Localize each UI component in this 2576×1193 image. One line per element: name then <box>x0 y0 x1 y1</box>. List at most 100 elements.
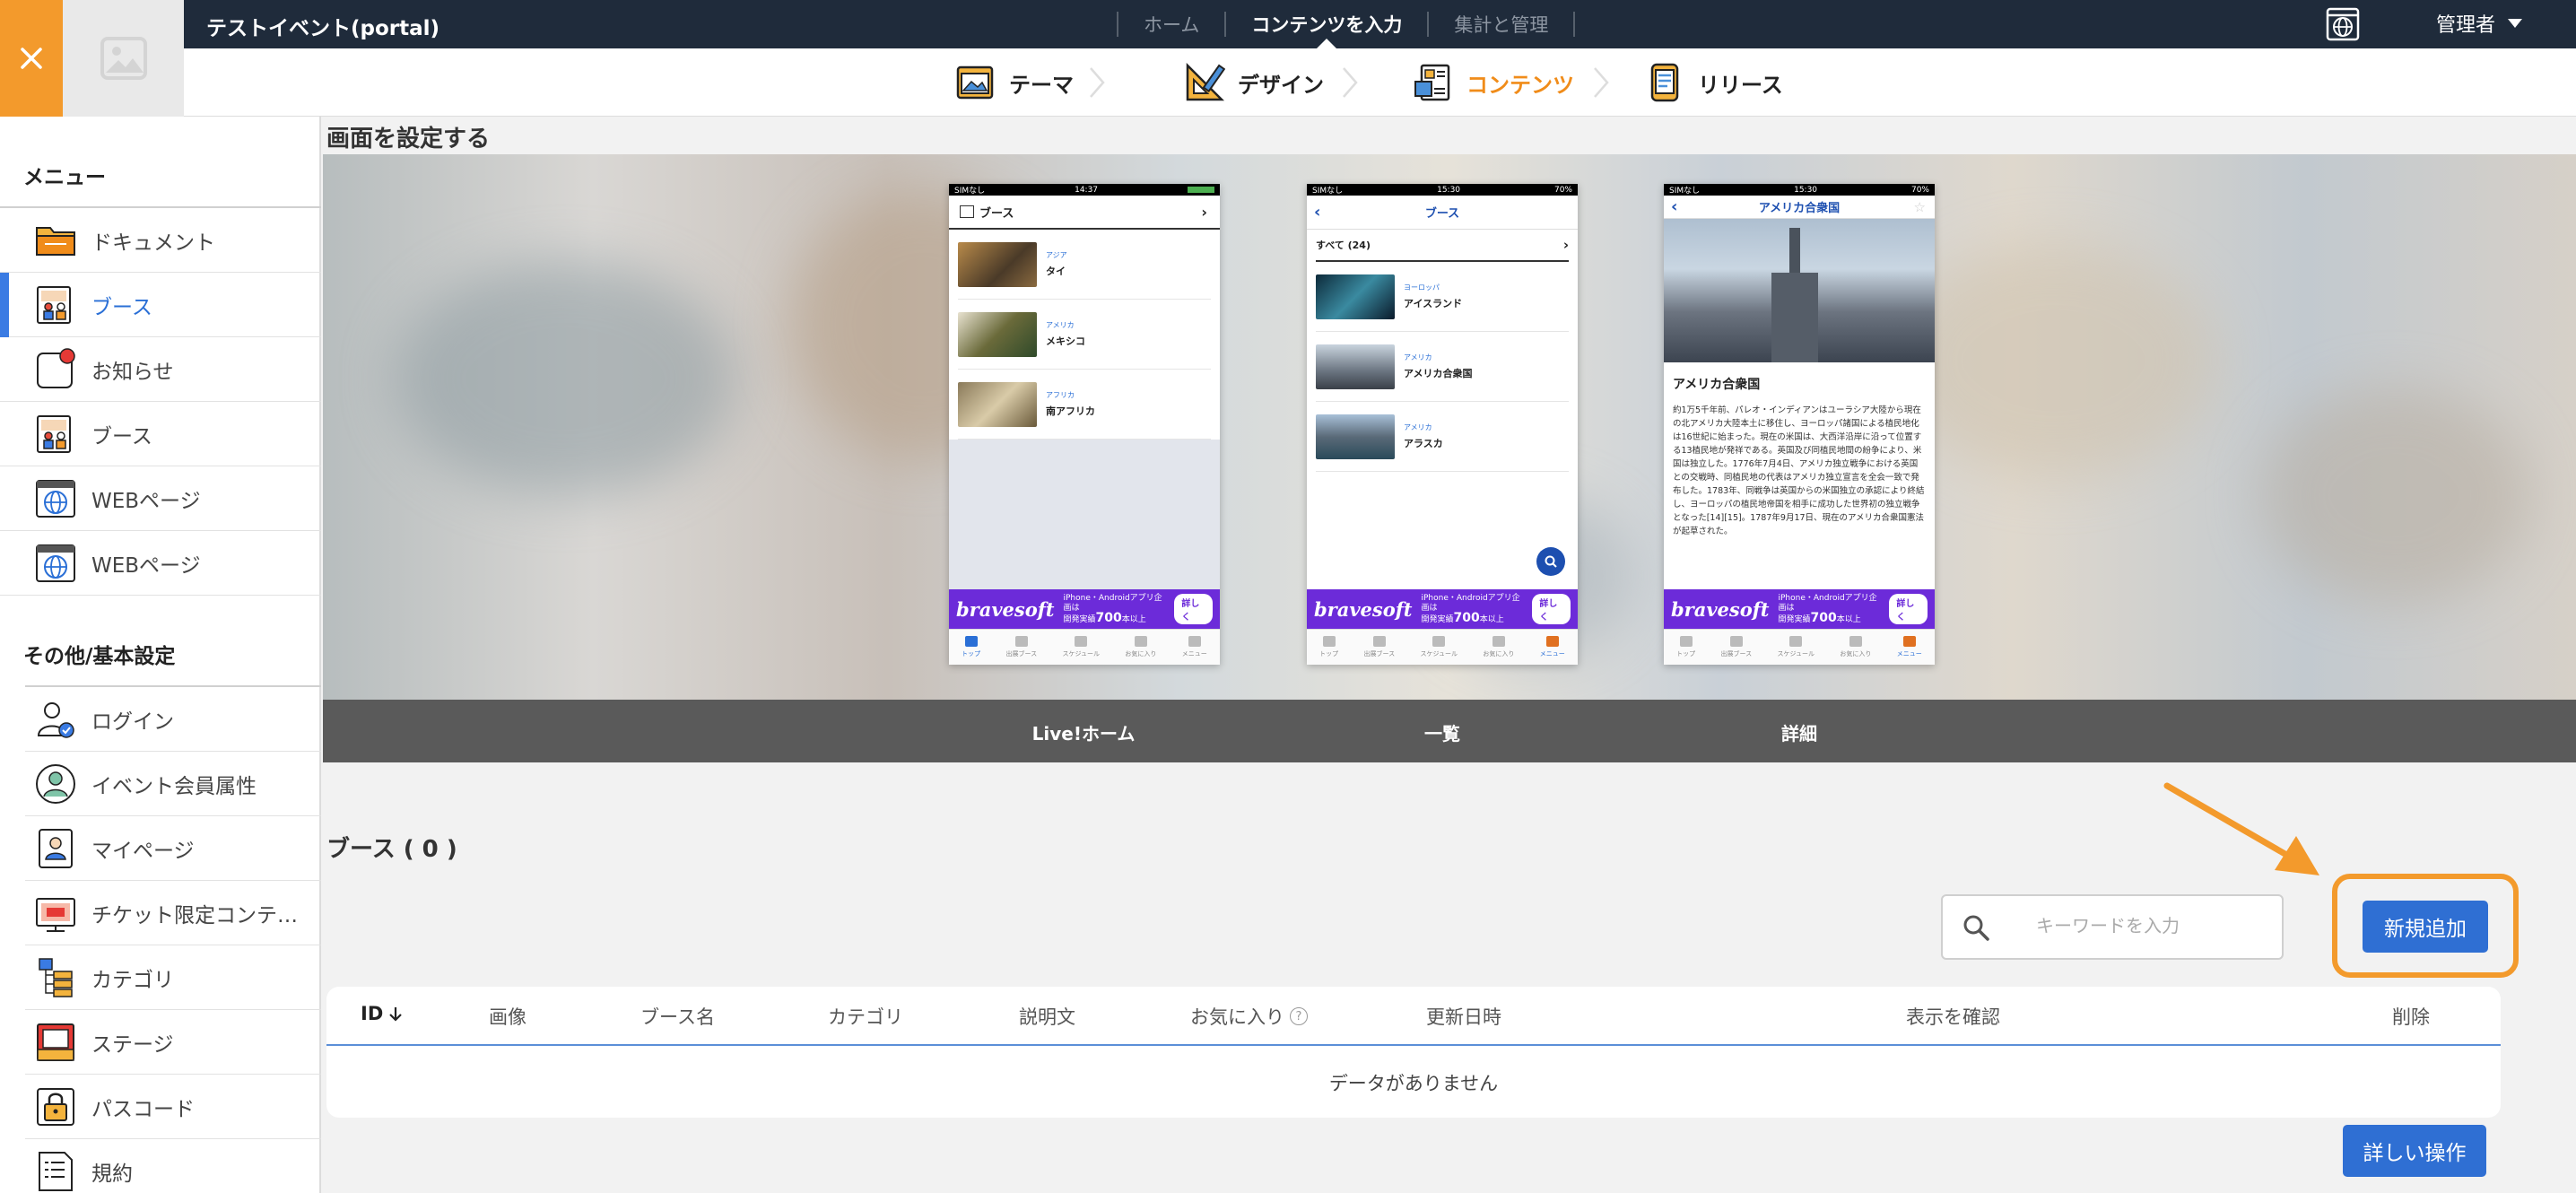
booth-icon <box>960 205 974 218</box>
ad-banner: bravesoft iPhone・Androidアプリ企画は 開発実績700本以上… <box>949 589 1220 629</box>
list-item: アジア タイ <box>958 230 1211 300</box>
sidebar-item-booth[interactable]: ブース <box>0 402 321 466</box>
clock-text: 15:30 <box>1794 185 1818 195</box>
globe-icon[interactable] <box>2325 6 2361 42</box>
search-input[interactable] <box>2036 917 2242 937</box>
carrier-text: SIMなし <box>1312 187 1344 196</box>
banner-line2c: 本以上 <box>1836 614 1861 624</box>
column-header-id[interactable]: ID <box>361 1003 403 1024</box>
preview-label-list[interactable]: 一覧 <box>1308 719 1577 745</box>
tab-menu: メニュー <box>1897 636 1922 658</box>
phone-preview-list[interactable]: SIMなし 15:30 70% ‹ ブース すべて (24) › ヨーロッパ アイス… <box>1307 184 1578 665</box>
tab-booth: 出展ブース <box>1721 636 1752 658</box>
column-label: ID <box>361 1003 384 1024</box>
sidebar-item-passcode[interactable]: パスコード <box>25 1075 321 1139</box>
search-icon <box>1536 547 1565 576</box>
booth-icon <box>37 286 71 324</box>
step-release[interactable]: リリース <box>1644 48 1783 117</box>
user-menu[interactable]: 管理者 <box>2436 9 2523 38</box>
column-header-updated: 更新日時 <box>1426 1006 1501 1028</box>
nav-analytics[interactable]: 集計と管理 <box>1429 0 1573 48</box>
battery-text: 70% <box>1910 185 1929 195</box>
sidebar-item-category[interactable]: カテゴリ <box>25 945 321 1010</box>
step-design[interactable]: デザイン <box>1184 48 1324 117</box>
sidebar: メニュー ドキュメント ブース お知らせ ブース WEBページ WEBページ そ… <box>0 117 321 1193</box>
arrow-annotation-icon <box>2163 782 2319 875</box>
sidebar-item-label: チケット限定コンテ… <box>91 903 298 927</box>
sidebar-item-document[interactable]: ドキュメント <box>0 208 321 273</box>
web-icon <box>36 480 75 518</box>
sidebar-item-webpage-2[interactable]: WEBページ <box>0 531 321 596</box>
sidebar-item-mypage[interactable]: マイページ <box>25 816 321 881</box>
region-label: アメリカ <box>1046 321 1075 329</box>
hero-image <box>1664 219 1935 362</box>
category-icon <box>39 958 73 997</box>
sidebar-item-label: 規約 <box>91 1162 133 1186</box>
sidebar-item-label: ブース <box>91 424 152 448</box>
back-icon: ‹ <box>1671 197 1678 216</box>
sidebar-item-booth-active[interactable]: ブース <box>0 273 321 337</box>
tab-menu: メニュー <box>1540 636 1565 658</box>
step-theme[interactable]: テーマ <box>955 48 1074 117</box>
clock-text: 15:30 <box>1437 185 1461 195</box>
banner-line2b: 700 <box>1453 610 1480 625</box>
step-contents[interactable]: コンテンツ <box>1413 48 1574 117</box>
sidebar-item-label: パスコード <box>91 1097 195 1121</box>
list-item: アメリカ アラスカ <box>1316 402 1569 472</box>
preview-label-home[interactable]: Live!ホーム <box>949 719 1218 745</box>
list-title: ブース ( 0 ) <box>326 836 457 863</box>
tab-schedule: スケジュール <box>1778 636 1815 658</box>
list-item: アメリカ メキシコ <box>958 300 1211 370</box>
thumbnail <box>958 381 1037 427</box>
terms-icon <box>39 1152 73 1191</box>
help-icon[interactable]: ? <box>1290 1007 1308 1025</box>
banner-line1: iPhone・Androidアプリ企画は <box>1778 593 1877 613</box>
tab-label: トップ <box>1319 650 1339 657</box>
sidebar-item-ticket-content[interactable]: チケット限定コンテ… <box>25 881 321 945</box>
tab-label: メニュー <box>1896 650 1922 657</box>
sidebar-item-login[interactable]: ログイン <box>25 687 321 752</box>
battery-icon <box>1187 187 1214 193</box>
chevron-right-icon <box>1343 67 1358 98</box>
tab-label: スケジュール <box>1420 650 1458 657</box>
search-field[interactable] <box>1941 894 2284 960</box>
tab-favorite: お気に入り <box>1840 636 1871 658</box>
sidebar-item-label: WEBページ <box>91 553 201 578</box>
sidebar-item-notice[interactable]: お知らせ <box>0 337 321 402</box>
list-item: アフリカ 南アフリカ <box>958 370 1211 440</box>
region-label: アジア <box>1046 251 1067 259</box>
sidebar-item-label: ドキュメント <box>91 231 215 255</box>
add-new-button[interactable]: 新規追加 <box>2363 901 2488 953</box>
image-placeholder-icon <box>63 0 184 117</box>
nav-input-contents[interactable]: コンテンツを入力 <box>1226 0 1427 48</box>
nav-home[interactable]: ホーム <box>1118 0 1224 48</box>
banner-line2b: 700 <box>1095 610 1122 625</box>
item-name: アラスカ <box>1404 438 1443 449</box>
column-header-booth-name: ブース名 <box>640 1006 715 1028</box>
notification-icon <box>37 348 75 388</box>
detail-operation-button[interactable]: 詳しい操作 <box>2343 1125 2486 1177</box>
thumbnail <box>1316 414 1395 459</box>
tab-favorite: お気に入り <box>1125 636 1156 658</box>
column-header-favorite: お気に入り ? <box>1190 1003 1308 1030</box>
region-label: アフリカ <box>1046 391 1075 399</box>
thumbnail <box>1316 344 1395 389</box>
phone-preview-home[interactable]: SIMなし 14:37 ブース › アジア タイ アメリカ メキシコ アフリカ 南アフ… <box>949 184 1220 665</box>
column-label: お気に入り <box>1190 1006 1284 1028</box>
sidebar-item-label: カテゴリ <box>91 968 174 992</box>
chevron-right-icon: › <box>1562 237 1569 253</box>
tab-label: 出展ブース <box>1005 650 1038 657</box>
sidebar-item-member-attr[interactable]: イベント会員属性 <box>25 752 321 816</box>
status-bar: SIMなし 15:30 70% <box>1307 184 1578 196</box>
phone-preview-detail[interactable]: SIMなし 15:30 70% ‹ アメリカ合衆国 ☆ アメリカ合衆国 約1万5… <box>1664 184 1935 665</box>
menu-section-title: メニュー <box>23 166 106 189</box>
sidebar-item-stage[interactable]: ステージ <box>25 1010 321 1075</box>
preview-label-detail[interactable]: 詳細 <box>1665 719 1934 745</box>
sidebar-item-webpage-1[interactable]: WEBページ <box>0 466 321 531</box>
ad-banner: bravesoft iPhone・Androidアプリ企画は 開発実績700本以上… <box>1664 589 1935 629</box>
sidebar-item-terms[interactable]: 規約 <box>25 1139 321 1193</box>
banner-brand: bravesoft <box>1314 597 1413 621</box>
close-icon[interactable] <box>0 0 63 117</box>
list-item: ヨーロッパ アイスランド <box>1316 262 1569 332</box>
folder-icon <box>36 227 75 256</box>
